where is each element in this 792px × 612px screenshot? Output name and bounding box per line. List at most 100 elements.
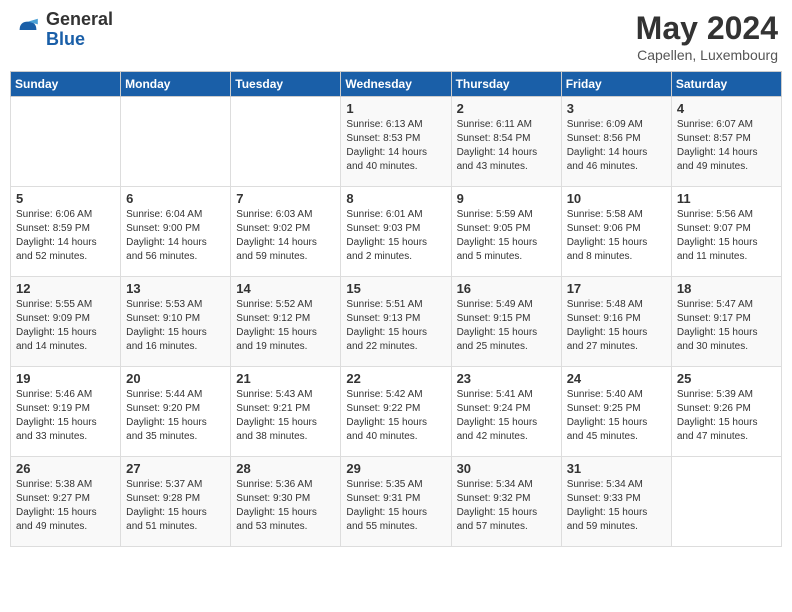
day-number: 10 — [567, 191, 666, 206]
weekday-header-row: SundayMondayTuesdayWednesdayThursdayFrid… — [11, 72, 782, 97]
calendar-cell: 21Sunrise: 5:43 AMSunset: 9:21 PMDayligh… — [231, 367, 341, 457]
calendar-cell: 14 Sunrise: 5:52 AMSunset: 9:12 PMDayligh… — [231, 277, 341, 367]
day-info: Sunrise: 5:53 AMSunset: 9:10 PMDaylight:… — [126, 298, 225, 354]
calendar-cell — [121, 97, 231, 187]
day-info: Sunrise: 6:13 AMSunset: 8:53 PMDaylight:… — [346, 118, 445, 174]
day-info: Sunrise: 5:44 AMSunset: 9:20 PMDaylight:… — [126, 388, 225, 444]
calendar-cell: 25Sunrise: 5:39 AMSunset: 9:26 PMDayligh… — [671, 367, 781, 457]
month-title: May 2024 — [636, 10, 778, 47]
day-number: 20 — [126, 371, 225, 386]
day-number: 23 — [457, 371, 556, 386]
day-info: Sunrise: 6:03 AMSunset: 9:02 PMDaylight:… — [236, 208, 335, 264]
calendar-cell: 12 Sunrise: 5:55 AMSunset: 9:09 PMDayligh… — [11, 277, 121, 367]
day-number: 27 — [126, 461, 225, 476]
day-number: 22 — [346, 371, 445, 386]
day-number: 18 — [677, 281, 776, 296]
calendar-cell: 23 Sunrise: 5:41 AMSunset: 9:24 PMDayligh… — [451, 367, 561, 457]
logo-icon — [14, 16, 42, 44]
day-number: 15 — [346, 281, 445, 296]
day-info: Sunrise: 5:34 AMSunset: 9:33 PMDaylight:… — [567, 478, 666, 534]
day-info: Sunrise: 6:07 AMSunset: 8:57 PMDaylight:… — [677, 118, 776, 174]
day-number: 8 — [346, 191, 445, 206]
calendar-cell: 8 Sunrise: 6:01 AMSunset: 9:03 PMDaylight… — [341, 187, 451, 277]
day-number: 5 — [16, 191, 115, 206]
calendar-cell: 20 Sunrise: 5:44 AMSunset: 9:20 PMDayligh… — [121, 367, 231, 457]
day-info: Sunrise: 5:34 AMSunset: 9:32 PMDaylight:… — [457, 478, 556, 534]
calendar-week-3: 12 Sunrise: 5:55 AMSunset: 9:09 PMDayligh… — [11, 277, 782, 367]
day-number: 9 — [457, 191, 556, 206]
weekday-header-saturday: Saturday — [671, 72, 781, 97]
calendar-cell: 27 Sunrise: 5:37 AMSunset: 9:28 PMDayligh… — [121, 457, 231, 547]
day-info: Sunrise: 5:59 AMSunset: 9:05 PMDaylight:… — [457, 208, 556, 264]
day-number: 11 — [677, 191, 776, 206]
title-block: May 2024 Capellen, Luxembourg — [636, 10, 778, 63]
day-info: Sunrise: 6:01 AMSunset: 9:03 PMDaylight:… — [346, 208, 445, 264]
day-number: 14 — [236, 281, 335, 296]
calendar-cell: 10 Sunrise: 5:58 AMSunset: 9:06 PMDayligh… — [561, 187, 671, 277]
calendar-week-2: 5 Sunrise: 6:06 AMSunset: 8:59 PMDaylight… — [11, 187, 782, 277]
day-info: Sunrise: 6:06 AMSunset: 8:59 PMDaylight:… — [16, 208, 115, 264]
day-info: Sunrise: 5:41 AMSunset: 9:24 PMDaylight:… — [457, 388, 556, 444]
calendar-cell: 11 Sunrise: 5:56 AMSunset: 9:07 PMDayligh… — [671, 187, 781, 277]
day-number: 1 — [346, 101, 445, 116]
calendar-cell: 15 Sunrise: 5:51 AMSunset: 9:13 PMDayligh… — [341, 277, 451, 367]
calendar-week-1: 1 Sunrise: 6:13 AMSunset: 8:53 PMDaylight… — [11, 97, 782, 187]
logo-text: General Blue — [46, 10, 113, 50]
calendar-cell: 19 Sunrise: 5:46 AMSunset: 9:19 PMDayligh… — [11, 367, 121, 457]
day-number: 13 — [126, 281, 225, 296]
calendar-cell: 29 Sunrise: 5:35 AMSunset: 9:31 PMDayligh… — [341, 457, 451, 547]
calendar-cell: 2Sunrise: 6:11 AMSunset: 8:54 PMDaylight… — [451, 97, 561, 187]
calendar-header: General Blue May 2024 Capellen, Luxembou… — [10, 10, 782, 63]
weekday-header-thursday: Thursday — [451, 72, 561, 97]
day-number: 4 — [677, 101, 776, 116]
day-number: 3 — [567, 101, 666, 116]
day-number: 2 — [457, 101, 556, 116]
calendar-table: SundayMondayTuesdayWednesdayThursdayFrid… — [10, 71, 782, 547]
day-info: Sunrise: 5:55 AMSunset: 9:09 PMDaylight:… — [16, 298, 115, 354]
location: Capellen, Luxembourg — [636, 47, 778, 63]
day-number: 7 — [236, 191, 335, 206]
calendar-cell: 30 Sunrise: 5:34 AMSunset: 9:32 PMDayligh… — [451, 457, 561, 547]
weekday-header-friday: Friday — [561, 72, 671, 97]
calendar-cell: 1 Sunrise: 6:13 AMSunset: 8:53 PMDaylight… — [341, 97, 451, 187]
day-info: Sunrise: 5:43 AMSunset: 9:21 PMDaylight:… — [236, 388, 335, 444]
weekday-header-sunday: Sunday — [11, 72, 121, 97]
day-number: 26 — [16, 461, 115, 476]
day-info: Sunrise: 5:49 AMSunset: 9:15 PMDaylight:… — [457, 298, 556, 354]
weekday-header-wednesday: Wednesday — [341, 72, 451, 97]
day-info: Sunrise: 5:37 AMSunset: 9:28 PMDaylight:… — [126, 478, 225, 534]
calendar-cell: 4 Sunrise: 6:07 AMSunset: 8:57 PMDaylight… — [671, 97, 781, 187]
day-number: 30 — [457, 461, 556, 476]
weekday-header-monday: Monday — [121, 72, 231, 97]
calendar-cell — [11, 97, 121, 187]
logo-blue: Blue — [46, 30, 113, 50]
calendar-week-4: 19 Sunrise: 5:46 AMSunset: 9:19 PMDayligh… — [11, 367, 782, 457]
day-info: Sunrise: 5:40 AMSunset: 9:25 PMDaylight:… — [567, 388, 666, 444]
day-info: Sunrise: 5:51 AMSunset: 9:13 PMDaylight:… — [346, 298, 445, 354]
day-number: 28 — [236, 461, 335, 476]
day-number: 16 — [457, 281, 556, 296]
day-info: Sunrise: 5:56 AMSunset: 9:07 PMDaylight:… — [677, 208, 776, 264]
day-info: Sunrise: 5:48 AMSunset: 9:16 PMDaylight:… — [567, 298, 666, 354]
day-number: 19 — [16, 371, 115, 386]
day-number: 29 — [346, 461, 445, 476]
day-info: Sunrise: 5:52 AMSunset: 9:12 PMDaylight:… — [236, 298, 335, 354]
logo-general: General — [46, 10, 113, 30]
day-number: 25 — [677, 371, 776, 386]
day-info: Sunrise: 5:46 AMSunset: 9:19 PMDaylight:… — [16, 388, 115, 444]
calendar-cell — [671, 457, 781, 547]
calendar-cell: 18Sunrise: 5:47 AMSunset: 9:17 PMDayligh… — [671, 277, 781, 367]
calendar-cell: 3 Sunrise: 6:09 AMSunset: 8:56 PMDaylight… — [561, 97, 671, 187]
day-info: Sunrise: 5:35 AMSunset: 9:31 PMDaylight:… — [346, 478, 445, 534]
day-number: 12 — [16, 281, 115, 296]
calendar-cell: 9 Sunrise: 5:59 AMSunset: 9:05 PMDaylight… — [451, 187, 561, 277]
day-info: Sunrise: 5:38 AMSunset: 9:27 PMDaylight:… — [16, 478, 115, 534]
day-number: 31 — [567, 461, 666, 476]
calendar-cell: 6Sunrise: 6:04 AMSunset: 9:00 PMDaylight… — [121, 187, 231, 277]
calendar-cell: 22Sunrise: 5:42 AMSunset: 9:22 PMDayligh… — [341, 367, 451, 457]
calendar-cell: 13 Sunrise: 5:53 AMSunset: 9:10 PMDayligh… — [121, 277, 231, 367]
calendar-cell: 7 Sunrise: 6:03 AMSunset: 9:02 PMDaylight… — [231, 187, 341, 277]
day-number: 6 — [126, 191, 225, 206]
day-info: Sunrise: 5:58 AMSunset: 9:06 PMDaylight:… — [567, 208, 666, 264]
day-info: Sunrise: 6:09 AMSunset: 8:56 PMDaylight:… — [567, 118, 666, 174]
